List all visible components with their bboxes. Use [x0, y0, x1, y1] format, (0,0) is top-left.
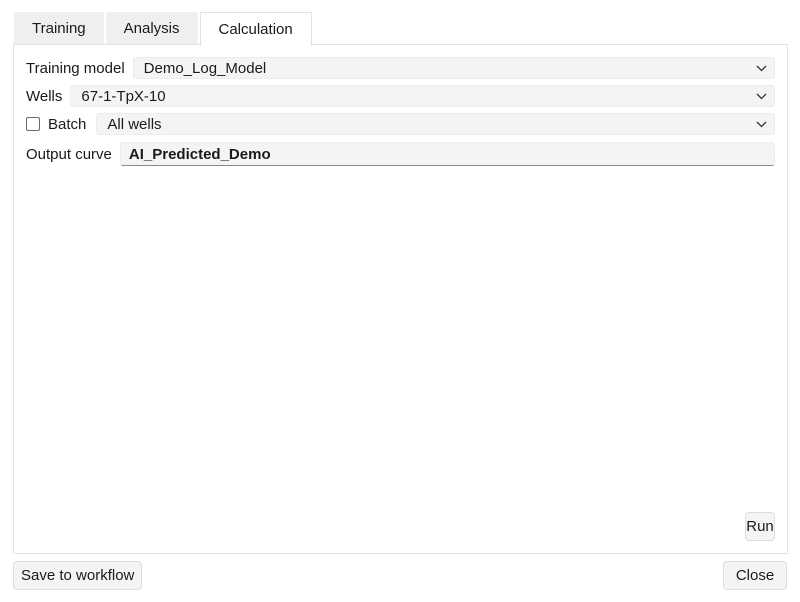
tab-calculation[interactable]: Calculation: [199, 12, 312, 46]
chevron-down-icon: [752, 113, 770, 135]
batch-dropdown[interactable]: All wells: [96, 113, 775, 135]
wells-dropdown[interactable]: 67-1-TpX-10: [70, 85, 775, 107]
chevron-down-icon: [752, 85, 770, 107]
output-curve-value: AI_Predicted_Demo: [128, 145, 271, 163]
training-model-label: Training model: [26, 59, 125, 77]
training-model-row: Training model Demo_Log_Model: [26, 57, 775, 79]
batch-value: All wells: [107, 115, 162, 133]
batch-label[interactable]: Batch: [48, 116, 86, 133]
save-to-workflow-button[interactable]: Save to workflow: [13, 561, 143, 590]
wells-value: 67-1-TpX-10: [81, 87, 166, 105]
chevron-down-icon: [752, 57, 770, 79]
batch-row: Batch All wells: [26, 113, 775, 135]
output-curve-label: Output curve: [26, 145, 112, 163]
close-button[interactable]: Close: [723, 561, 787, 590]
run-button[interactable]: Run: [745, 512, 775, 541]
calculation-panel: Training model Demo_Log_Model Wells 67-1…: [13, 44, 788, 554]
tab-training[interactable]: Training: [14, 12, 104, 45]
wells-label: Wells: [26, 87, 63, 105]
output-curve-input[interactable]: AI_Predicted_Demo: [119, 142, 775, 166]
tab-analysis[interactable]: Analysis: [105, 12, 198, 45]
training-model-value: Demo_Log_Model: [143, 59, 267, 77]
training-model-dropdown[interactable]: Demo_Log_Model: [132, 57, 775, 79]
tab-bar: Training Analysis Calculation: [14, 12, 314, 46]
wells-row: Wells 67-1-TpX-10: [26, 85, 775, 107]
batch-checkbox[interactable]: [26, 117, 40, 131]
output-curve-row: Output curve AI_Predicted_Demo: [26, 142, 775, 166]
